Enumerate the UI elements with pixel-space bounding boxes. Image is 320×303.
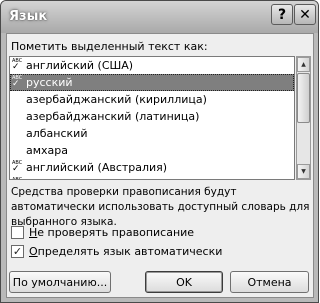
checkmark-icon: ✓: [12, 244, 23, 258]
language-list-item[interactable]: азербайджанский (латиница): [10, 108, 294, 125]
language-list-item[interactable]: ABC ✓ английский (Австралия): [10, 159, 294, 176]
set-default-button[interactable]: По умолчанию...: [9, 271, 111, 293]
ok-button[interactable]: OK: [145, 271, 223, 293]
spellcheck-icon: ABC✓: [12, 177, 23, 180]
language-list-item[interactable]: амхара: [10, 142, 294, 159]
language-label: английский (США): [26, 59, 134, 72]
help-button[interactable]: ?: [271, 4, 293, 25]
no-proofing-option[interactable]: Не проверять правописание: [11, 225, 194, 239]
language-list-item[interactable]: албанский: [10, 125, 294, 142]
language-label: английский (Белиз): [26, 178, 140, 179]
list-prompt-label: Пометить выделенный текст как:: [11, 40, 208, 53]
language-dialog: Язык ? ✕ Пометить выделенный текст как: …: [0, 0, 319, 303]
language-label: английский (Австралия): [26, 161, 168, 174]
close-icon: ✕: [299, 6, 311, 23]
help-icon: ?: [277, 6, 287, 23]
language-list-item[interactable]: ABC ✓ русский: [10, 74, 294, 91]
spellcheck-icon: ABC✓: [12, 160, 23, 174]
dialog-body: Пометить выделенный текст как: ABC ✓ англи…: [6, 33, 314, 298]
language-list-item[interactable]: ABC ✓ английский (США): [10, 57, 294, 74]
scrollbar-thumb[interactable]: [297, 73, 310, 123]
close-button[interactable]: ✕: [294, 4, 316, 25]
language-list-item[interactable]: ABC✓английский (Белиз): [10, 176, 294, 180]
cancel-button[interactable]: Отмена: [230, 271, 309, 293]
scroll-up-arrow-icon[interactable]: ▲: [297, 57, 310, 72]
title-bar[interactable]: Язык ? ✕: [1, 1, 318, 33]
language-label: азербайджанский (кириллица): [26, 93, 207, 106]
dialog-title: Язык: [9, 9, 48, 24]
no-proofing-checkbox[interactable]: [11, 225, 24, 239]
language-label: албанский: [26, 127, 88, 140]
scroll-down-arrow-icon[interactable]: ▼: [297, 164, 310, 179]
language-label: русский: [26, 76, 73, 89]
language-label: азербайджанский (латиница): [26, 110, 200, 123]
no-proofing-label: Не проверять правописание: [29, 225, 195, 239]
detect-language-option[interactable]: ✓ Определять язык автоматически: [11, 244, 222, 258]
spellcheck-icon: ABC✓: [12, 58, 23, 72]
language-listbox[interactable]: ABC ✓ английский (США) ABC ✓ русский азербайдж…: [9, 56, 295, 180]
list-scrollbar[interactable]: ▲ ▼: [296, 56, 311, 180]
language-label: амхара: [26, 144, 69, 157]
detect-language-checkbox[interactable]: ✓: [11, 244, 24, 258]
spellcheck-info-text: Средства проверки правописания будут авт…: [11, 186, 310, 228]
detect-language-label: Определять язык автоматически: [29, 244, 223, 258]
spellcheck-icon: ABC✓: [12, 75, 23, 89]
language-list-item[interactable]: азербайджанский (кириллица): [10, 91, 294, 108]
